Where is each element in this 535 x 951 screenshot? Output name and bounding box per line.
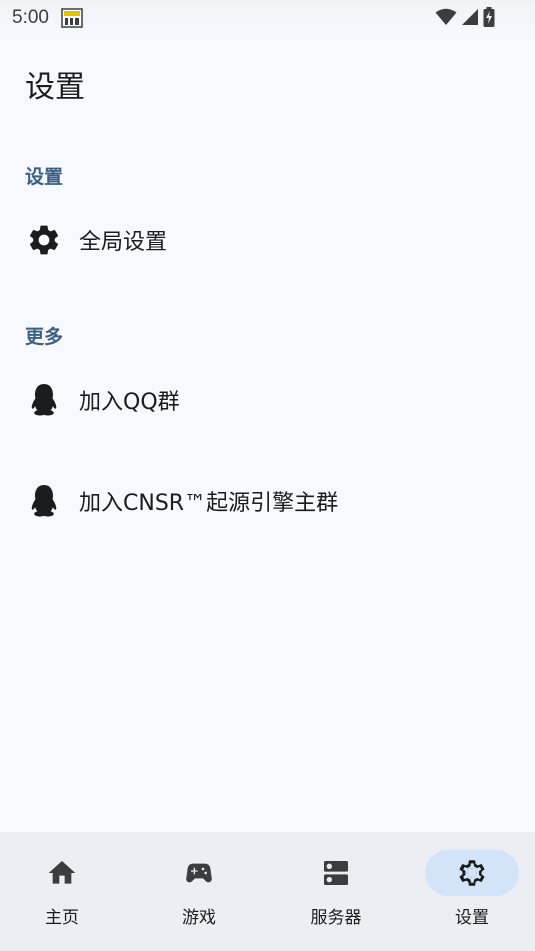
status-icons — [435, 7, 495, 27]
list-item-label: 加入CNSR™起源引擎主群 — [79, 491, 339, 516]
qq-penguin-icon — [25, 381, 63, 419]
nav-item-settings[interactable]: 设置 — [417, 850, 527, 930]
nav-item-servers[interactable]: 服务器 — [281, 850, 391, 930]
section-header-more: 更多 — [25, 326, 64, 348]
status-bar: 5:00 — [0, 0, 535, 38]
nav-pill — [289, 850, 383, 896]
gear-icon — [25, 221, 63, 259]
nav-label: 游戏 — [182, 908, 216, 928]
nav-item-home[interactable]: 主页 — [7, 850, 117, 930]
page-title: 设置 — [25, 70, 85, 105]
nav-pill-active — [425, 850, 519, 896]
section-header-settings: 设置 — [25, 166, 64, 188]
nav-label: 设置 — [455, 908, 489, 928]
server-icon — [324, 861, 348, 885]
nav-label: 主页 — [45, 908, 79, 928]
list-item-label: 全局设置 — [79, 230, 168, 255]
list-item-global-settings[interactable]: 全局设置 — [0, 208, 535, 272]
status-time: 5:00 — [12, 7, 49, 28]
qq-penguin-icon — [25, 482, 63, 520]
bottom-navigation: 主页 游戏 服务器 设置 — [0, 832, 535, 951]
nav-pill — [152, 850, 246, 896]
battery-icon — [483, 7, 495, 27]
home-icon — [48, 861, 76, 884]
list-item-join-qq-group[interactable]: 加入QQ群 — [0, 368, 535, 432]
nav-pill — [15, 850, 109, 896]
gamepad-icon — [186, 863, 212, 883]
wifi-icon — [435, 8, 457, 25]
gear-icon — [459, 860, 485, 886]
sim-card-icon — [61, 8, 83, 28]
list-item-join-cnsr-group[interactable]: 加入CNSR™起源引擎主群 — [0, 469, 535, 533]
list-item-label: 加入QQ群 — [79, 390, 180, 415]
nav-label: 服务器 — [310, 908, 362, 928]
nav-item-games[interactable]: 游戏 — [144, 850, 254, 930]
signal-icon — [462, 9, 478, 25]
